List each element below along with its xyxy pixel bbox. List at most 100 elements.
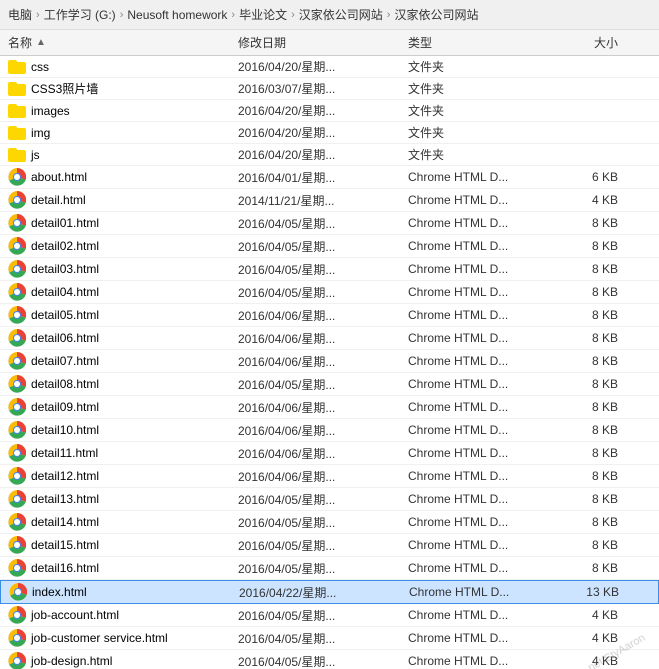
chrome-icon [8, 606, 26, 624]
file-date: 2016/04/05/星期... [238, 261, 408, 278]
col-size-header[interactable]: 大小 [538, 34, 618, 51]
file-name: CSS3照片墙 [8, 80, 238, 97]
file-row[interactable]: detail11.html 2016/04/06/星期... Chrome HT… [0, 442, 659, 465]
file-row[interactable]: detail16.html 2016/04/05/星期... Chrome HT… [0, 557, 659, 580]
file-row[interactable]: detail09.html 2016/04/06/星期... Chrome HT… [0, 396, 659, 419]
folder-icon [8, 82, 26, 96]
file-size: 4 KB [538, 608, 618, 622]
file-row[interactable]: detail.html 2014/11/21/星期... Chrome HTML… [0, 189, 659, 212]
file-row[interactable]: detail08.html 2016/04/05/星期... Chrome HT… [0, 373, 659, 396]
file-row[interactable]: index.html 2016/04/22/星期... Chrome HTML … [0, 580, 659, 604]
file-row[interactable]: detail01.html 2016/04/05/星期... Chrome HT… [0, 212, 659, 235]
file-row[interactable]: job-design.html 2016/04/05/星期... Chrome … [0, 650, 659, 669]
file-row[interactable]: detail07.html 2016/04/06/星期... Chrome HT… [0, 350, 659, 373]
file-type: Chrome HTML D... [408, 631, 538, 645]
file-type: Chrome HTML D... [408, 331, 538, 345]
file-name-text: index.html [32, 585, 87, 599]
chrome-icon [8, 536, 26, 554]
file-name: about.html [8, 168, 238, 186]
breadcrumb-thesis[interactable]: 毕业论文 [239, 6, 287, 23]
file-name: detail09.html [8, 398, 238, 416]
file-name: css [8, 60, 238, 74]
file-name: job-customer service.html [8, 629, 238, 647]
file-row[interactable]: detail03.html 2016/04/05/星期... Chrome HT… [0, 258, 659, 281]
chrome-icon [8, 283, 26, 301]
file-size: 8 KB [538, 216, 618, 230]
file-type: Chrome HTML D... [409, 585, 539, 599]
file-name-text: css [31, 60, 49, 74]
file-name-text: detail07.html [31, 354, 99, 368]
file-type: Chrome HTML D... [408, 354, 538, 368]
chrome-icon [8, 375, 26, 393]
file-date: 2016/04/01/星期... [238, 169, 408, 186]
chrome-icon [8, 352, 26, 370]
file-row[interactable]: detail04.html 2016/04/05/星期... Chrome HT… [0, 281, 659, 304]
file-date: 2016/04/06/星期... [238, 468, 408, 485]
file-name: detail13.html [8, 490, 238, 508]
file-name: detail04.html [8, 283, 238, 301]
file-date: 2016/04/20/星期... [238, 58, 408, 75]
file-row[interactable]: css 2016/04/20/星期... 文件夹 [0, 56, 659, 78]
file-type: Chrome HTML D... [408, 377, 538, 391]
breadcrumb-site[interactable]: 汉家依公司网站 [299, 6, 383, 23]
file-type: Chrome HTML D... [408, 561, 538, 575]
file-row[interactable]: detail02.html 2016/04/05/星期... Chrome HT… [0, 235, 659, 258]
file-row[interactable]: detail05.html 2016/04/06/星期... Chrome HT… [0, 304, 659, 327]
file-size: 4 KB [538, 654, 618, 668]
file-row[interactable]: img 2016/04/20/星期... 文件夹 [0, 122, 659, 144]
file-list: css 2016/04/20/星期... 文件夹 CSS3照片墙 2016/03… [0, 56, 659, 669]
file-type: Chrome HTML D... [408, 239, 538, 253]
chrome-icon [8, 329, 26, 347]
breadcrumb-neusoft[interactable]: Neusoft homework [127, 8, 227, 22]
breadcrumb-drive[interactable]: 工作学习 (G:) [44, 6, 116, 23]
col-name-header[interactable]: 名称 ▲ [8, 34, 238, 51]
chrome-icon [8, 559, 26, 577]
file-size: 13 KB [539, 585, 619, 599]
file-name: index.html [9, 583, 239, 601]
file-row[interactable]: detail12.html 2016/04/06/星期... Chrome HT… [0, 465, 659, 488]
file-date: 2016/04/05/星期... [238, 537, 408, 554]
file-row[interactable]: images 2016/04/20/星期... 文件夹 [0, 100, 659, 122]
file-date: 2016/04/06/星期... [238, 353, 408, 370]
file-name-text: detail04.html [31, 285, 99, 299]
file-size: 6 KB [538, 170, 618, 184]
file-name-text: images [31, 104, 70, 118]
file-row[interactable]: job-customer service.html 2016/04/05/星期.… [0, 627, 659, 650]
file-type: 文件夹 [408, 102, 538, 119]
col-date-header[interactable]: 修改日期 [238, 34, 408, 51]
folder-icon [8, 148, 26, 162]
breadcrumb-current[interactable]: 汉家依公司网站 [394, 6, 478, 23]
file-row[interactable]: detail06.html 2016/04/06/星期... Chrome HT… [0, 327, 659, 350]
file-row[interactable]: js 2016/04/20/星期... 文件夹 [0, 144, 659, 166]
file-date: 2016/04/05/星期... [238, 514, 408, 531]
file-row[interactable]: detail15.html 2016/04/05/星期... Chrome HT… [0, 534, 659, 557]
file-row[interactable]: detail13.html 2016/04/05/星期... Chrome HT… [0, 488, 659, 511]
file-name: detail02.html [8, 237, 238, 255]
file-size: 8 KB [538, 377, 618, 391]
folder-icon [8, 104, 26, 118]
file-name-text: detail09.html [31, 400, 99, 414]
file-row[interactable]: detail14.html 2016/04/05/星期... Chrome HT… [0, 511, 659, 534]
col-type-header[interactable]: 类型 [408, 34, 538, 51]
file-row[interactable]: detail10.html 2016/04/06/星期... Chrome HT… [0, 419, 659, 442]
file-name: images [8, 104, 238, 118]
file-row[interactable]: job-account.html 2016/04/05/星期... Chrome… [0, 604, 659, 627]
file-date: 2016/04/22/星期... [239, 584, 409, 601]
file-date: 2016/04/06/星期... [238, 307, 408, 324]
file-type: Chrome HTML D... [408, 608, 538, 622]
chrome-icon [8, 191, 26, 209]
file-name: img [8, 126, 238, 140]
file-date: 2016/04/05/星期... [238, 653, 408, 669]
file-row[interactable]: about.html 2016/04/01/星期... Chrome HTML … [0, 166, 659, 189]
file-name-text: detail08.html [31, 377, 99, 391]
breadcrumb-pc[interactable]: 电脑 [8, 6, 32, 23]
file-name: detail06.html [8, 329, 238, 347]
file-name-text: job-customer service.html [31, 631, 168, 645]
file-type: Chrome HTML D... [408, 538, 538, 552]
file-name: js [8, 148, 238, 162]
file-name: job-account.html [8, 606, 238, 624]
file-name: detail01.html [8, 214, 238, 232]
file-date: 2016/04/05/星期... [238, 560, 408, 577]
file-row[interactable]: CSS3照片墙 2016/03/07/星期... 文件夹 [0, 78, 659, 100]
file-name: job-design.html [8, 652, 238, 669]
